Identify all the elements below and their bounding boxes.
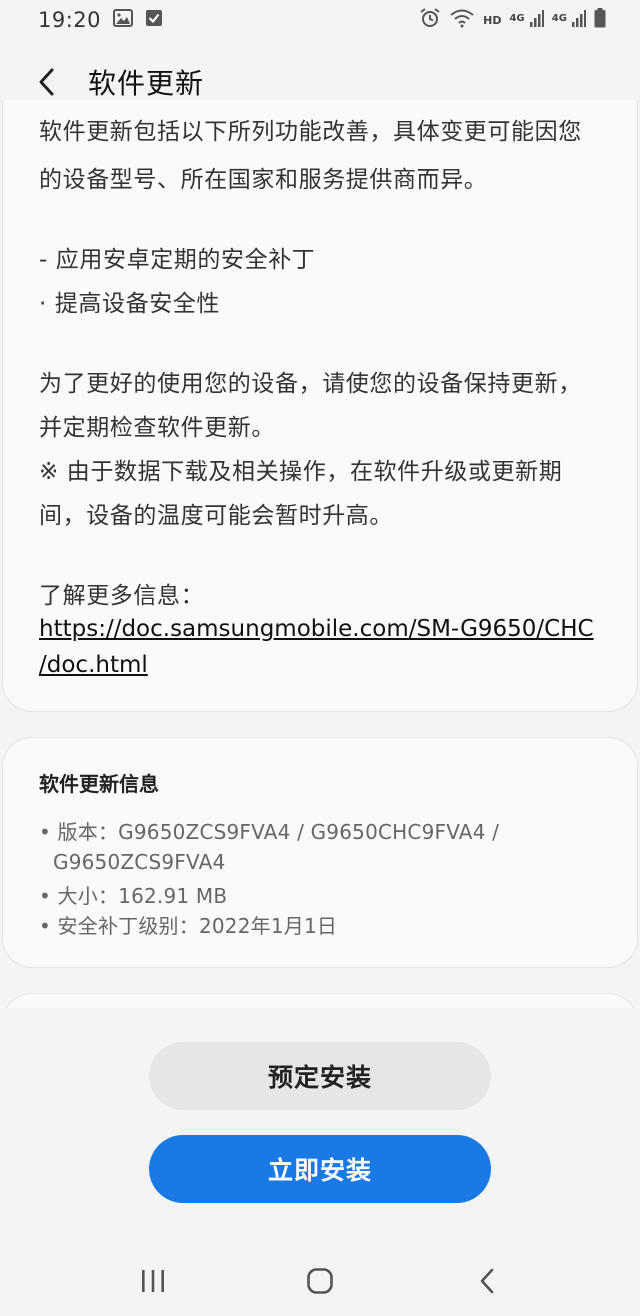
security-patch-line: • 安全补丁级别：2022年1月1日	[39, 914, 338, 938]
learn-more-link[interactable]: https://doc.samsungmobile.com/SM-G9650/C…	[39, 616, 594, 642]
recent-apps-icon	[142, 1270, 165, 1292]
back-button[interactable]	[22, 58, 70, 106]
version-line: • 版本：G9650ZCS9FVA4 / G9650CHC9FVA4 /	[39, 820, 500, 844]
signal-icon-2: 4G	[552, 9, 586, 31]
gallery-icon	[113, 9, 134, 31]
status-time: 19:20	[38, 8, 102, 32]
description-line: 的设备型号、所在国家和服务提供商而异。	[39, 167, 488, 193]
signal-icon-1: 4G	[509, 9, 544, 31]
status-right: HD 4G 4G	[419, 7, 606, 33]
description-line: 为了更好的使用您的设备，请使您的设备保持更新，	[39, 371, 582, 397]
scroll-fade-overlay	[0, 1008, 640, 1038]
version-line-continued: G9650ZCS9FVA4	[53, 850, 226, 874]
description-line: 并定期检查软件更新。	[39, 415, 275, 441]
alarm-icon	[419, 7, 441, 33]
navigation-bar	[0, 1246, 640, 1316]
status-left: 19:20	[38, 8, 163, 32]
back-nav-icon	[480, 1268, 493, 1294]
description-line: - 应用安卓定期的安全补丁	[39, 247, 316, 273]
update-info-card: 软件更新信息 • 版本：G9650ZCS9FVA4 / G9650CHC9FVA…	[2, 737, 638, 968]
page-title: 软件更新	[88, 67, 205, 100]
update-info-title: 软件更新信息	[39, 772, 159, 796]
home-button[interactable]	[290, 1251, 350, 1311]
network-type-label-2: 4G	[551, 13, 567, 24]
size-line: • 大小：162.91 MB	[39, 884, 228, 908]
install-now-button[interactable]: 立即安装	[149, 1135, 491, 1203]
schedule-install-button[interactable]: 预定安装	[149, 1042, 491, 1110]
wifi-icon	[449, 8, 475, 32]
back-nav-button[interactable]	[457, 1251, 517, 1311]
learn-more-link-continued[interactable]: /doc.html	[39, 652, 148, 678]
description-line: ※ 由于数据下载及相关操作，在软件升级或更新期	[39, 459, 563, 485]
description-line: 间，设备的温度可能会暂时升高。	[39, 503, 393, 529]
home-icon	[307, 1268, 333, 1294]
description-line: · 提高设备安全性	[39, 291, 221, 317]
battery-icon	[594, 8, 606, 32]
checkbox-notification-icon	[145, 9, 163, 31]
description-line: 软件更新包括以下所列功能改善，具体变更可能因您	[39, 119, 582, 145]
chevron-left-icon	[39, 68, 54, 96]
network-type-label-1: 4G	[509, 13, 525, 24]
description-card: 软件更新包括以下所列功能改善，具体变更可能因您 的设备型号、所在国家和服务提供商…	[2, 100, 638, 712]
status-bar: 19:20 HD 4G 4G	[0, 0, 640, 40]
hd-label: HD	[483, 13, 502, 27]
description-line: 了解更多信息：	[39, 583, 205, 609]
recent-apps-button[interactable]	[123, 1251, 183, 1311]
